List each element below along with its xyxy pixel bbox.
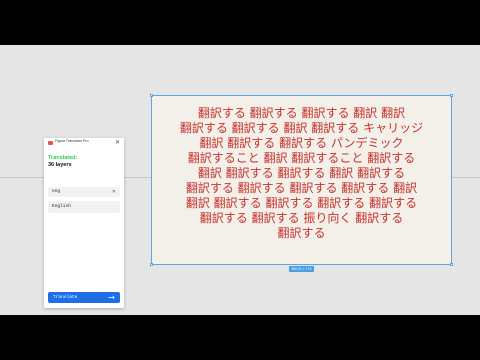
language-search-field[interactable]: eng ✕ [48,187,120,197]
arrow-right-icon: → [108,293,115,302]
panel-header: Figma Translator Pro ✕ [44,138,124,148]
text-line: 翻訳すること 翻訳 翻訳すること 翻訳する [187,151,416,165]
text-line: 翻訳する 翻訳する 振り向く 翻訳する [199,211,404,225]
language-option-label: English [52,204,71,209]
text-line: 翻訳 翻訳する 翻訳する 翻訳する 翻訳する [185,196,418,210]
clear-icon[interactable]: ✕ [112,187,116,197]
translate-button-label: Translate [53,295,78,300]
translated-text-block: 翻訳する 翻訳する 翻訳する 翻訳 翻訳 翻訳する 翻訳する 翻訳 翻訳する キ… [160,106,443,241]
text-line: 翻訳 翻訳する 翻訳する 翻訳 翻訳する [197,166,406,180]
text-line: 翻訳する 翻訳する 翻訳する 翻訳する 翻訳 [185,181,418,195]
resize-handle-bottom-right[interactable] [450,263,453,266]
plugin-panel: Figma Translator Pro ✕ Translated: 36 la… [44,138,124,308]
panel-title: Figma Translator Pro [55,139,89,143]
close-icon[interactable]: ✕ [115,138,120,148]
resize-handle-bottom-left[interactable] [150,263,153,266]
frame-size-badge: 300.21 × 174 [289,266,314,272]
logo-icon [48,141,53,145]
resize-handle-top-right[interactable] [450,94,453,97]
resize-handle-top-left[interactable] [150,94,153,97]
text-line: 翻訳する 翻訳する 翻訳 翻訳する キャリッジ [179,121,424,135]
translate-button[interactable]: Translate → [48,292,120,303]
selected-text-frame[interactable]: 翻訳する 翻訳する 翻訳する 翻訳 翻訳 翻訳する 翻訳する 翻訳 翻訳する キ… [150,94,453,266]
language-option-english[interactable]: English [48,201,120,213]
language-search-input[interactable]: eng [52,187,60,197]
status-text: Translated: [48,155,78,161]
text-line: 翻訳する 翻訳する 翻訳する 翻訳 翻訳 [197,106,406,120]
layers-count: 36 layers [48,162,72,168]
text-line: 翻訳する [277,226,326,240]
text-line: 翻訳 翻訳する 翻訳する パンデミック [199,136,404,150]
